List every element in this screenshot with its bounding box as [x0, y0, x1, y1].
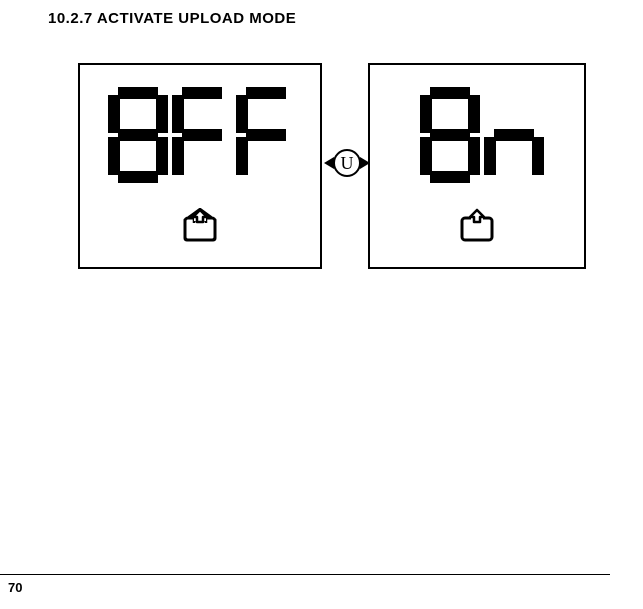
toggle-control: U: [324, 149, 370, 177]
seg-char-n: [484, 87, 544, 183]
display-panel-on: [368, 63, 586, 269]
display-panel-off: [78, 63, 322, 269]
upload-icon: [179, 208, 221, 247]
seg-char-f2: [236, 87, 296, 183]
segment-display-on: [420, 87, 544, 183]
segment-display-off: [108, 87, 296, 183]
seg-char-o2: [420, 87, 480, 183]
page-number: 70: [8, 580, 22, 595]
seg-char-o: [108, 87, 168, 183]
section-heading: 10.2.7 ACTIVATE UPLOAD MODE: [48, 10, 296, 27]
seg-char-f1: [172, 87, 232, 183]
toggle-button[interactable]: U: [333, 149, 361, 177]
upload-icon: [456, 208, 498, 247]
footer-divider: [0, 574, 610, 575]
upload-mode-diagram: U: [78, 63, 586, 269]
